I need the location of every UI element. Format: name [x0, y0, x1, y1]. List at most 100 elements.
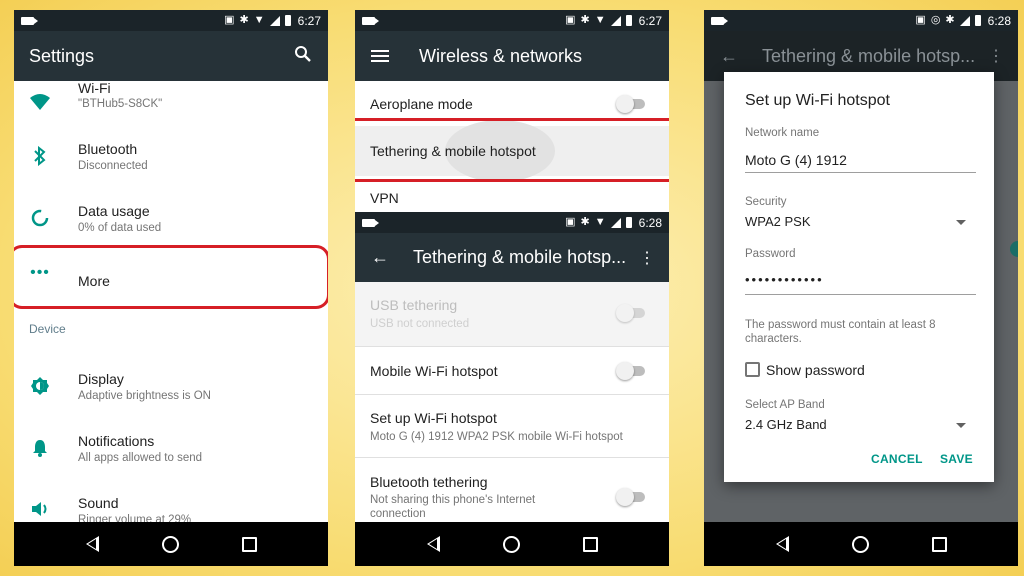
- page-title: Tethering & mobile hotsp...: [413, 247, 627, 267]
- bluetooth-status-icon: ✱: [580, 216, 590, 228]
- video-icon: [362, 218, 379, 227]
- settings-item-label: Bluetooth: [78, 141, 138, 157]
- settings-item-bluetooth[interactable]: Bluetooth Disconnected: [14, 138, 328, 188]
- hotspot-status-icon: ◎: [930, 14, 941, 26]
- setting-label: VPN: [370, 190, 399, 206]
- setting-setup-hotspot[interactable]: Set up Wi-Fi hotspot Moto G (4) 1912 WPA…: [355, 395, 669, 457]
- clock: 6:27: [638, 13, 662, 28]
- home-icon[interactable]: [502, 535, 520, 553]
- clock: 6:27: [297, 13, 321, 28]
- page-title: Tethering & mobile hotsp...: [762, 45, 976, 66]
- settings-item-label: Display: [78, 371, 124, 387]
- settings-item-subtitle: "BTHub5-S8CK": [78, 98, 163, 110]
- show-password-checkbox[interactable]: [745, 362, 760, 377]
- wifi-icon: [30, 93, 50, 113]
- setting-subtitle: USB not connected: [370, 318, 470, 330]
- bluetooth-status-icon: ✱: [580, 14, 590, 26]
- wifi-status-icon: ▼: [253, 14, 265, 26]
- search-icon[interactable]: [294, 45, 312, 68]
- battery-icon: [625, 217, 632, 228]
- settings-item-label: Wi-Fi: [78, 80, 111, 96]
- wifi-status-icon: ▼: [594, 216, 606, 228]
- phone-hotspot-dialog: ▣ ◎ ✱ 6:28 ← Tethering & mobile hotsp...…: [704, 10, 1018, 566]
- bluetooth-icon: [30, 145, 50, 167]
- settings-item-display[interactable]: Display Adaptive brightness is ON: [14, 368, 328, 418]
- speaker-icon: [30, 500, 50, 520]
- settings-item-notifications[interactable]: Notifications All apps allowed to send: [14, 430, 328, 480]
- home-icon[interactable]: [851, 535, 869, 553]
- video-icon: [362, 16, 379, 25]
- phone-wireless-networks: ▣ ✱ ▼ 6:27 Wireless & networks Aeroplane…: [355, 10, 669, 566]
- home-icon[interactable]: [161, 535, 179, 553]
- overflow-menu-icon: ⋮: [988, 48, 1004, 65]
- mobile-hotspot-toggle[interactable]: [616, 362, 645, 380]
- recents-icon[interactable]: [931, 536, 947, 552]
- network-name-label: Network name: [745, 127, 820, 139]
- setting-subtitle: Moto G (4) 1912 WPA2 PSK mobile Wi-Fi ho…: [370, 431, 623, 443]
- setting-vpn[interactable]: VPN: [355, 182, 669, 212]
- setting-label: Bluetooth tethering: [370, 474, 488, 490]
- page-title: Settings: [29, 45, 95, 66]
- password-label: Password: [745, 248, 796, 260]
- signal-icon: [269, 15, 280, 26]
- overflow-menu-icon[interactable]: ⋮: [639, 248, 655, 268]
- menu-icon[interactable]: [371, 50, 389, 62]
- back-arrow-icon[interactable]: ←: [371, 247, 389, 268]
- settings-item-data-usage[interactable]: Data usage 0% of data used: [14, 200, 328, 250]
- setting-mobile-hotspot[interactable]: Mobile Wi-Fi hotspot: [355, 347, 669, 394]
- settings-item-label: Data usage: [78, 203, 150, 219]
- aeroplane-toggle[interactable]: [616, 95, 645, 113]
- cast-icon: ▣: [565, 14, 576, 26]
- section-header-device: Device: [29, 322, 66, 336]
- settings-item-subtitle: Adaptive brightness is ON: [78, 390, 211, 402]
- back-icon[interactable]: [775, 536, 789, 552]
- bell-icon: [30, 438, 50, 458]
- setting-bluetooth-tethering[interactable]: Bluetooth tethering Not sharing this pho…: [355, 458, 669, 522]
- back-icon[interactable]: [426, 536, 440, 552]
- app-bar: Settings: [14, 31, 328, 81]
- setting-label: Mobile Wi-Fi hotspot: [370, 363, 498, 379]
- recents-icon[interactable]: [582, 536, 598, 552]
- cast-icon: ▣: [915, 14, 926, 26]
- status-bar-second: ▣ ✱ ▼ 6:28: [355, 212, 669, 233]
- setting-label: Set up Wi-Fi hotspot: [370, 410, 497, 426]
- network-name-input[interactable]: Moto G (4) 1912: [745, 152, 847, 168]
- security-select[interactable]: WPA2 PSK: [745, 214, 811, 229]
- clock: 6:28: [638, 215, 662, 230]
- back-arrow-icon: ←: [720, 45, 738, 66]
- bluetooth-status-icon: ✱: [239, 14, 249, 26]
- recents-icon[interactable]: [241, 536, 257, 552]
- signal-icon: [610, 15, 621, 26]
- app-bar-second: ← Tethering & mobile hotsp... ⋮: [355, 233, 669, 282]
- nav-bar: [355, 522, 669, 566]
- dialog-title: Set up Wi-Fi hotspot: [745, 92, 890, 109]
- status-bar: ▣ ◎ ✱ 6:28: [704, 10, 1018, 31]
- dropdown-arrow-icon[interactable]: [956, 220, 966, 225]
- password-input[interactable]: ••••••••••••: [745, 272, 824, 287]
- ap-band-select[interactable]: 2.4 GHz Band: [745, 417, 827, 432]
- highlight-tethering: [355, 118, 669, 182]
- signal-icon: [610, 217, 621, 228]
- settings-item-subtitle: Disconnected: [78, 160, 148, 172]
- settings-item-label: Sound: [78, 495, 119, 511]
- battery-icon: [625, 15, 632, 26]
- save-button[interactable]: SAVE: [940, 452, 973, 466]
- settings-item-wifi[interactable]: Wi-Fi "BTHub5-S8CK": [14, 80, 328, 129]
- setting-subtitle: Not sharing this phone's Internet connec…: [370, 494, 536, 520]
- bluetooth-status-icon: ✱: [945, 14, 955, 26]
- nav-bar: [704, 522, 1018, 566]
- usb-tethering-toggle: [616, 304, 645, 322]
- setting-label: Aeroplane mode: [370, 96, 473, 112]
- settings-item-subtitle: All apps allowed to send: [78, 452, 203, 464]
- highlight-more: [14, 245, 328, 309]
- cancel-button[interactable]: CANCEL: [871, 452, 923, 466]
- video-icon: [21, 16, 38, 25]
- cast-icon: ▣: [224, 14, 235, 26]
- dropdown-arrow-icon[interactable]: [956, 423, 966, 428]
- bluetooth-tethering-toggle[interactable]: [616, 488, 645, 506]
- settings-item-subtitle: 0% of data used: [78, 222, 162, 234]
- cast-icon: ▣: [565, 216, 576, 228]
- back-icon[interactable]: [85, 536, 99, 552]
- clock: 6:28: [987, 13, 1011, 28]
- show-password-label[interactable]: Show password: [766, 362, 865, 378]
